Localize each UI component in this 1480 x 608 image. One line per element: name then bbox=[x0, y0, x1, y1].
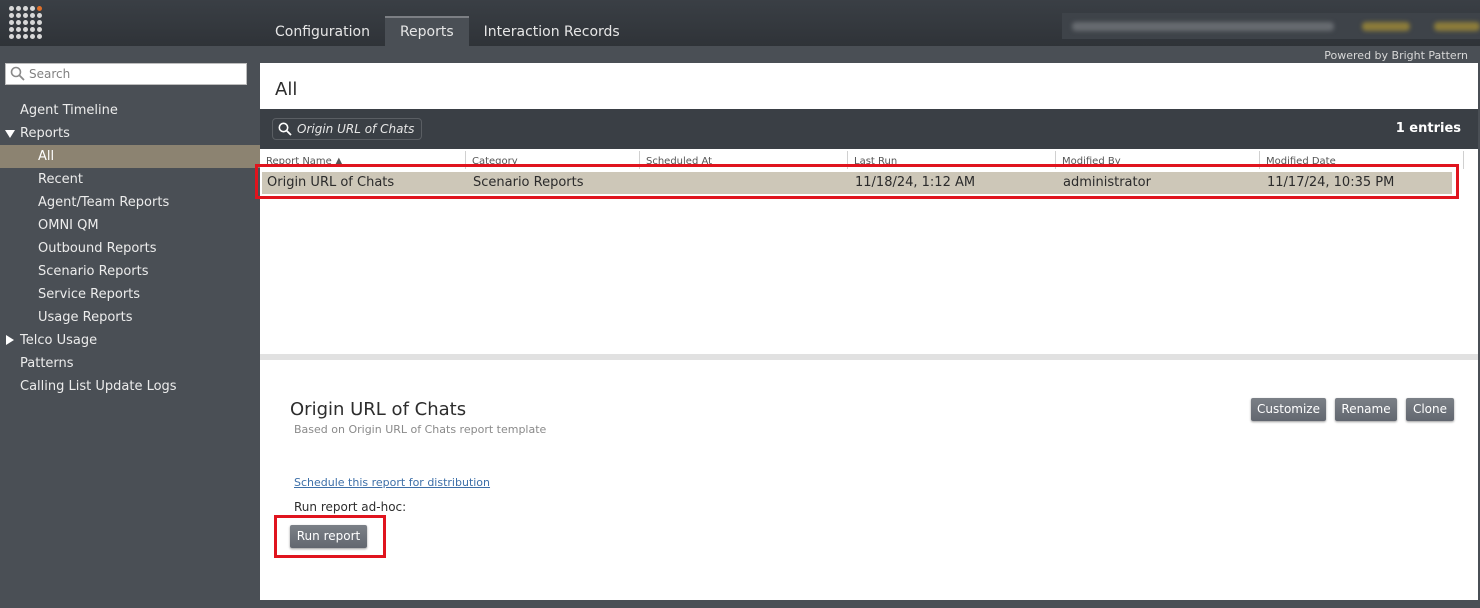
sidebar-item-label: Telco Usage bbox=[20, 333, 98, 348]
schedule-report-link[interactable]: Schedule this report for distribution bbox=[294, 476, 490, 489]
sidebar-item-patterns[interactable]: Patterns bbox=[0, 352, 260, 375]
column-header-report-name[interactable]: Report Name ▲ bbox=[260, 151, 466, 169]
top-bar: Configuration Reports Interaction Record… bbox=[0, 0, 1480, 46]
sidebar-item-all[interactable]: All bbox=[0, 145, 260, 168]
main-nav-tabs: Configuration Reports Interaction Record… bbox=[260, 16, 635, 46]
report-subtitle: Based on Origin URL of Chats report temp… bbox=[294, 423, 547, 436]
column-header-scheduled-at[interactable]: Scheduled At bbox=[640, 151, 848, 169]
sidebar-item-agent-team-reports[interactable]: Agent/Team Reports bbox=[0, 191, 260, 214]
cell-last-run: 11/18/24, 1:12 AM bbox=[855, 175, 976, 190]
tab-configuration[interactable]: Configuration bbox=[260, 16, 385, 46]
sidebar-nav: Agent Timeline Reports All Recent Agent/… bbox=[0, 99, 260, 398]
column-header-modified-by[interactable]: Modified By bbox=[1056, 151, 1260, 169]
cell-report-name: Origin URL of Chats bbox=[267, 175, 395, 190]
cell-modified-date: 11/17/24, 10:35 PM bbox=[1267, 175, 1395, 190]
report-title: Origin URL of Chats bbox=[290, 399, 467, 420]
collapsed-triangle-icon[interactable] bbox=[6, 335, 14, 345]
sidebar-item-recent[interactable]: Recent bbox=[0, 168, 260, 191]
cell-modified-by: administrator bbox=[1063, 175, 1151, 190]
clone-button[interactable]: Clone bbox=[1406, 398, 1454, 421]
entries-count: 1 entries bbox=[1395, 121, 1461, 136]
panel-divider[interactable] bbox=[260, 354, 1478, 360]
column-header-category[interactable]: Category bbox=[466, 151, 640, 169]
adhoc-label: Run report ad-hoc: bbox=[294, 500, 407, 514]
powered-by-text: Powered by Bright Pattern bbox=[1324, 49, 1468, 62]
sidebar-item-reports[interactable]: Reports bbox=[0, 122, 260, 145]
redacted-logout-link[interactable] bbox=[1434, 22, 1480, 31]
table-header: Report Name ▲ Category Scheduled At Last… bbox=[260, 151, 1478, 169]
page-title: All bbox=[275, 79, 298, 100]
sidebar-item-label: Reports bbox=[20, 126, 70, 141]
sidebar-search bbox=[5, 63, 247, 85]
tab-reports[interactable]: Reports bbox=[384, 16, 469, 46]
rename-button[interactable]: Rename bbox=[1335, 398, 1397, 421]
main-panel: All Origin URL of Chats 1 entries Report… bbox=[260, 63, 1478, 600]
sidebar-item-calling-list-update-logs[interactable]: Calling List Update Logs bbox=[0, 375, 260, 398]
sidebar-item-telco-usage[interactable]: Telco Usage bbox=[0, 329, 260, 352]
sidebar-item-omni-qm[interactable]: OMNI QM bbox=[0, 214, 260, 237]
cell-category: Scenario Reports bbox=[473, 175, 584, 190]
expanded-triangle-icon[interactable] bbox=[5, 130, 15, 138]
column-header-last-run[interactable]: Last Run bbox=[848, 151, 1056, 169]
user-account-area bbox=[1062, 13, 1480, 39]
filter-pill[interactable]: Origin URL of Chats bbox=[272, 118, 422, 140]
run-report-button[interactable]: Run report bbox=[290, 525, 367, 548]
filter-text: Origin URL of Chats bbox=[297, 122, 415, 136]
sidebar-item-outbound-reports[interactable]: Outbound Reports bbox=[0, 237, 260, 260]
sidebar-item-scenario-reports[interactable]: Scenario Reports bbox=[0, 260, 260, 283]
redacted-user-email bbox=[1072, 22, 1334, 31]
cell-scheduled-at bbox=[642, 172, 850, 194]
search-input[interactable] bbox=[29, 67, 239, 81]
sidebar-item-usage-reports[interactable]: Usage Reports bbox=[0, 306, 260, 329]
sidebar-item-service-reports[interactable]: Service Reports bbox=[0, 283, 260, 306]
column-header-modified-date[interactable]: Modified Date bbox=[1260, 151, 1464, 169]
redacted-settings-link[interactable] bbox=[1362, 22, 1410, 31]
customize-button[interactable]: Customize bbox=[1251, 398, 1326, 421]
table-row[interactable]: Origin URL of Chats Scenario Reports 11/… bbox=[262, 172, 1452, 194]
search-icon bbox=[10, 66, 25, 81]
tab-interaction-records[interactable]: Interaction Records bbox=[469, 16, 635, 46]
app-launcher-icon[interactable] bbox=[9, 6, 42, 39]
search-icon bbox=[278, 122, 292, 136]
filter-bar: Origin URL of Chats 1 entries bbox=[260, 109, 1478, 149]
sidebar-item-agent-timeline[interactable]: Agent Timeline bbox=[0, 99, 260, 122]
